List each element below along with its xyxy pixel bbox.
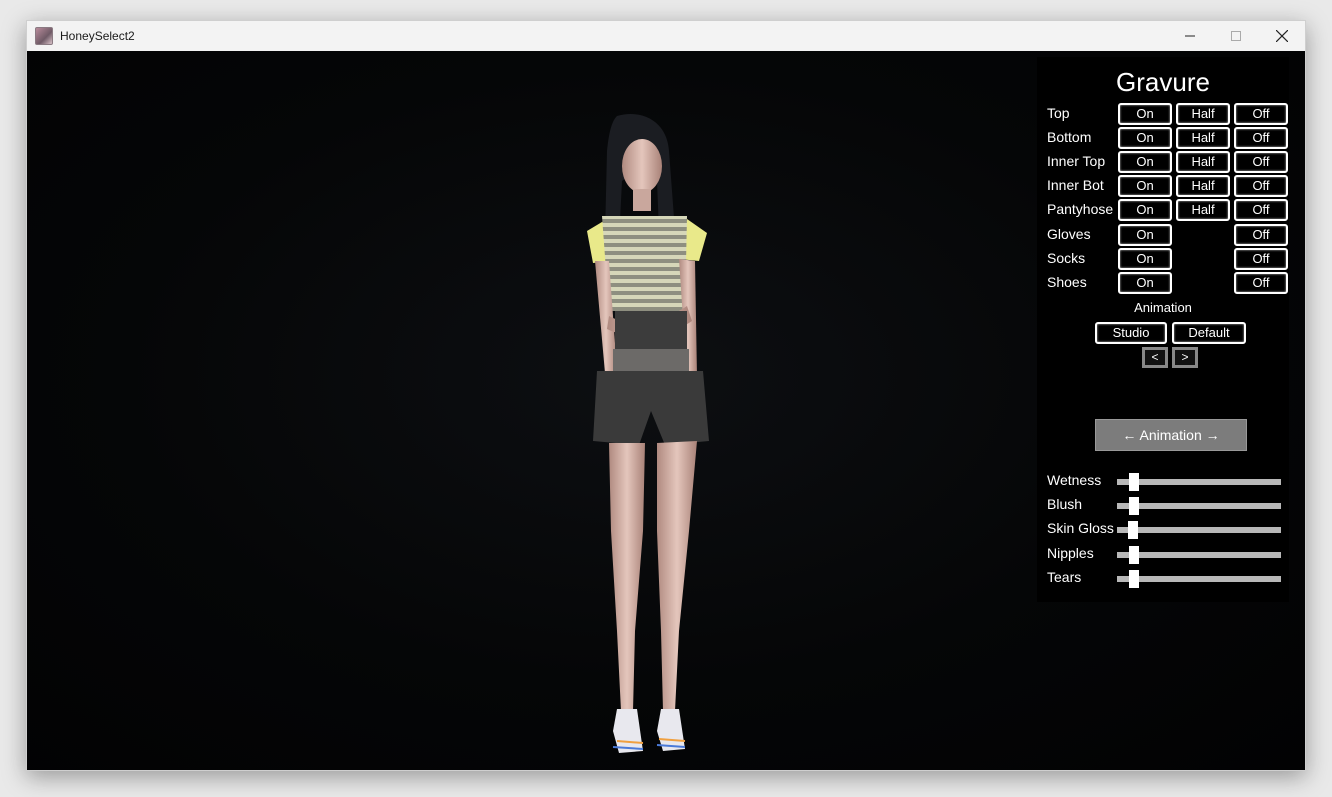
row-label: Inner Bot: [1047, 177, 1104, 193]
slider-label: Wetness: [1047, 472, 1102, 488]
slider-blush: Blush: [1047, 496, 1287, 516]
inner-bot-on-button[interactable]: On: [1118, 175, 1172, 197]
slider-track[interactable]: [1117, 521, 1281, 539]
row-label: Pantyhose: [1047, 201, 1114, 217]
clothing-row-bottom: Bottom On Half Off: [1047, 127, 1288, 149]
slider-track[interactable]: [1117, 546, 1281, 564]
app-icon: [35, 27, 53, 45]
gloves-off-button[interactable]: Off: [1234, 224, 1288, 246]
slider-label: Tears: [1047, 569, 1082, 585]
next-animation-button[interactable]: >: [1172, 347, 1198, 368]
clothing-row-top: Top On Half Off: [1047, 103, 1288, 125]
clothing-row-socks: Socks On Off: [1047, 248, 1288, 270]
window-title: HoneySelect2: [60, 29, 135, 43]
clothing-row-inner-top: Inner Top On Half Off: [1047, 151, 1288, 173]
slider-track[interactable]: [1117, 473, 1281, 491]
slider-handle[interactable]: [1129, 546, 1139, 564]
close-button[interactable]: [1259, 21, 1305, 51]
slider-label: Nipples: [1047, 545, 1094, 561]
pantyhose-on-button[interactable]: On: [1118, 199, 1172, 221]
slider-handle[interactable]: [1129, 497, 1139, 515]
clothing-row-pantyhose: Pantyhose On Half Off: [1047, 199, 1288, 221]
top-half-button[interactable]: Half: [1176, 103, 1230, 125]
game-window: HoneySelect2 Gravure Top On Half Off Bot…: [26, 20, 1306, 771]
row-label: Socks: [1047, 250, 1086, 266]
row-label: Gloves: [1047, 226, 1091, 242]
gravure-panel: Gravure Top On Half Off Bottom On Half O…: [1037, 57, 1289, 602]
inner-top-off-button[interactable]: Off: [1234, 151, 1288, 173]
slider-skin-gloss: Skin Gloss: [1047, 520, 1287, 540]
socks-on-button[interactable]: On: [1118, 248, 1172, 270]
prev-animation-button[interactable]: <: [1142, 347, 1168, 368]
panel-title: Gravure: [1116, 67, 1210, 97]
maximize-button[interactable]: [1213, 21, 1259, 51]
clothing-row-inner-bot: Inner Bot On Half Off: [1047, 175, 1288, 197]
slider-tears: Tears: [1047, 569, 1287, 589]
slider-track[interactable]: [1117, 497, 1281, 515]
inner-bot-half-button[interactable]: Half: [1176, 175, 1230, 197]
top-on-button[interactable]: On: [1118, 103, 1172, 125]
top-off-button[interactable]: Off: [1234, 103, 1288, 125]
inner-bot-off-button[interactable]: Off: [1234, 175, 1288, 197]
default-button[interactable]: Default: [1172, 322, 1246, 344]
inner-top-on-button[interactable]: On: [1118, 151, 1172, 173]
slider-handle[interactable]: [1129, 570, 1139, 588]
close-icon: [1276, 30, 1288, 42]
maximize-icon: [1231, 31, 1241, 41]
animation-toggle-button[interactable]: ← Animation →: [1095, 419, 1247, 451]
animation-label: Animation: [1134, 300, 1192, 315]
studio-button[interactable]: Studio: [1095, 322, 1167, 344]
row-label: Bottom: [1047, 129, 1092, 145]
slider-label: Skin Gloss: [1047, 520, 1114, 536]
pantyhose-half-button[interactable]: Half: [1176, 199, 1230, 221]
clothing-row-gloves: Gloves On Off: [1047, 224, 1288, 246]
slider-nipples: Nipples: [1047, 545, 1287, 565]
pantyhose-off-button[interactable]: Off: [1234, 199, 1288, 221]
inner-top-half-button[interactable]: Half: [1176, 151, 1230, 173]
title-bar[interactable]: HoneySelect2: [27, 21, 1305, 51]
row-label: Top: [1047, 105, 1070, 121]
slider-label: Blush: [1047, 496, 1083, 512]
slider-handle[interactable]: [1128, 521, 1138, 539]
character-model: [587, 114, 709, 753]
slider-track[interactable]: [1117, 570, 1281, 588]
gloves-on-button[interactable]: On: [1118, 224, 1172, 246]
row-label: Shoes: [1047, 274, 1087, 290]
slider-handle[interactable]: [1129, 473, 1139, 491]
bottom-on-button[interactable]: On: [1118, 127, 1172, 149]
minimize-icon: [1185, 35, 1195, 37]
minimize-button[interactable]: [1167, 21, 1213, 51]
bottom-off-button[interactable]: Off: [1234, 127, 1288, 149]
shoes-on-button[interactable]: On: [1118, 272, 1172, 294]
clothing-row-shoes: Shoes On Off: [1047, 272, 1288, 294]
socks-off-button[interactable]: Off: [1234, 248, 1288, 270]
shoes-off-button[interactable]: Off: [1234, 272, 1288, 294]
bottom-half-button[interactable]: Half: [1176, 127, 1230, 149]
row-label: Inner Top: [1047, 153, 1106, 169]
game-viewport[interactable]: Gravure Top On Half Off Bottom On Half O…: [27, 51, 1305, 770]
slider-wetness: Wetness: [1047, 472, 1287, 492]
